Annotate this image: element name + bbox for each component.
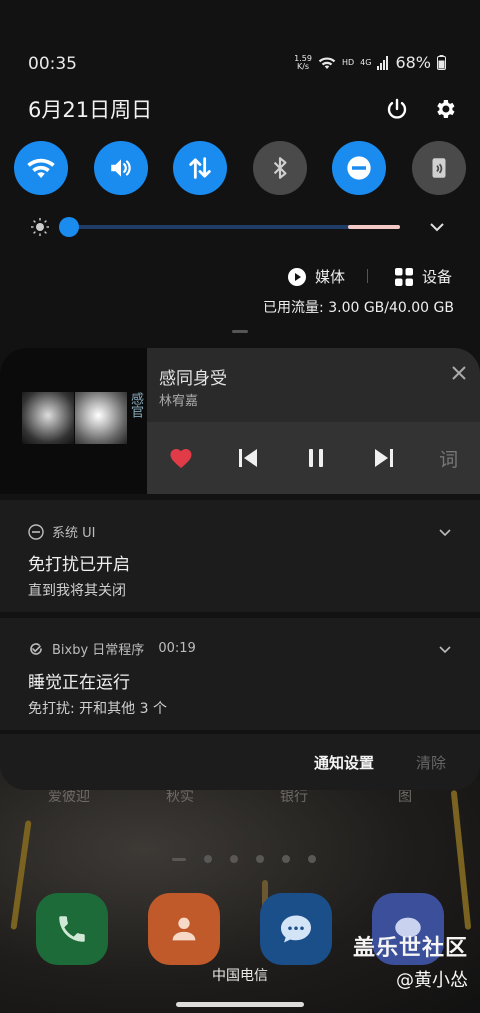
watermark-title: 盖乐世社区	[352, 936, 468, 961]
notification-card[interactable]: Bixby 日常程序 00:19 睡觉正在运行 免打扰: 开和其他 3 个	[0, 618, 480, 730]
notification-body: 免打扰: 开和其他 3 个	[28, 701, 167, 717]
do-not-disturb-icon	[28, 523, 44, 540]
notification-body: 直到我将其关闭	[28, 583, 126, 599]
album-art-text: 感官	[128, 392, 143, 418]
network-type: 4G	[360, 58, 372, 67]
wifi-toggle[interactable]	[14, 141, 68, 195]
notification-app-name: Bixby 日常程序	[52, 643, 145, 658]
notification-title: 免打扰已开启	[28, 555, 130, 575]
album-art: 感官	[0, 348, 147, 494]
battery-icon	[437, 55, 446, 70]
bluetooth-toggle[interactable]	[252, 141, 307, 195]
mobile-data-icon	[189, 157, 211, 179]
data-usage-label: 已用流量: 3.00 GB/40.00 GB	[263, 300, 454, 316]
contacts-app-icon[interactable]	[148, 893, 220, 965]
bluetooth-icon	[273, 157, 287, 179]
phone-icon	[59, 916, 85, 942]
notification-card[interactable]: 系统 UI 免打扰已开启 直到我将其关闭	[0, 500, 480, 612]
notification-panel: 感官 感同身受 林宥嘉 词 系统 UI 免打扰已开启 直到我将其关闭 Bixby…	[0, 348, 480, 790]
navigation-handle[interactable]	[176, 1002, 304, 1007]
messages-app-icon[interactable]	[260, 893, 332, 965]
album-art-image	[22, 392, 74, 444]
network-speed: 1.59 K/s	[294, 54, 312, 71]
quick-settings-row	[14, 141, 466, 195]
clear-all-button[interactable]: 清除	[416, 752, 446, 773]
media-player-card[interactable]: 感官 感同身受 林宥嘉 词	[0, 348, 480, 494]
notification-title: 睡觉正在运行	[28, 673, 130, 693]
devices-grid-icon	[395, 267, 413, 286]
mobile-data-toggle[interactable]	[173, 141, 228, 195]
status-icons: 1.59 K/s HD 4G 68%	[294, 53, 446, 72]
nfc-toggle[interactable]	[411, 141, 466, 195]
do-not-disturb-toggle[interactable]	[332, 141, 387, 195]
hd-label: HD	[341, 58, 355, 67]
play-circle-icon	[288, 267, 306, 286]
chevron-down-icon[interactable]	[438, 643, 452, 657]
battery-percent: 68%	[395, 53, 431, 72]
notification-settings-button[interactable]: 通知设置	[314, 752, 374, 773]
media-controls: 词	[147, 422, 480, 494]
signal-icon	[377, 55, 389, 70]
album-art-image	[75, 392, 127, 444]
brightness-icon	[31, 218, 49, 236]
previous-track-icon[interactable]	[236, 446, 260, 470]
notification-app-name: 系统 UI	[52, 526, 96, 541]
brightness-slider-high-range	[348, 225, 400, 229]
power-icon	[387, 98, 407, 119]
page-indicator	[172, 855, 316, 863]
date-label: 6月21日周日	[28, 98, 153, 122]
nfc-icon	[432, 158, 446, 178]
wifi-icon	[27, 158, 55, 178]
bixby-routines-icon	[30, 642, 42, 655]
gear-icon	[437, 100, 455, 118]
network-speed-unit: K/s	[296, 61, 310, 71]
brightness-slider-handle[interactable]	[59, 217, 79, 237]
divider	[367, 269, 368, 283]
sound-toggle[interactable]	[93, 141, 148, 195]
phone-app-icon[interactable]	[36, 893, 108, 965]
song-title: 感同身受	[159, 369, 227, 389]
power-button[interactable]	[380, 92, 414, 126]
notification-time: 00:19	[158, 641, 196, 656]
media-label: 媒体	[315, 268, 346, 286]
chevron-down-icon[interactable]	[428, 220, 446, 234]
contacts-icon	[172, 917, 196, 941]
notification-app-row: Bixby 日常程序 00:19	[28, 639, 196, 658]
devices-button[interactable]: 设备	[394, 266, 452, 287]
watermark-author: @黄小怂	[396, 970, 468, 991]
media-output-button[interactable]: 媒体	[287, 266, 345, 287]
wifi-status-icon	[318, 56, 336, 69]
divider	[0, 730, 480, 734]
chevron-down-icon[interactable]	[438, 526, 452, 540]
sound-icon	[110, 159, 131, 177]
next-track-icon[interactable]	[372, 446, 396, 470]
close-icon	[452, 366, 466, 380]
heart-icon[interactable]	[169, 447, 193, 469]
song-artist: 林宥嘉	[159, 394, 199, 409]
close-media-button[interactable]	[448, 362, 470, 384]
settings-button[interactable]	[428, 92, 462, 126]
notification-app-row: 系统 UI	[28, 522, 95, 541]
do-not-disturb-icon	[347, 156, 372, 180]
devices-label: 设备	[422, 268, 453, 286]
lyrics-button[interactable]: 词	[439, 445, 458, 472]
pause-icon[interactable]	[304, 446, 328, 470]
status-time: 00:35	[28, 54, 77, 74]
messages-icon	[281, 915, 311, 943]
panel-drag-handle[interactable]	[232, 330, 248, 333]
